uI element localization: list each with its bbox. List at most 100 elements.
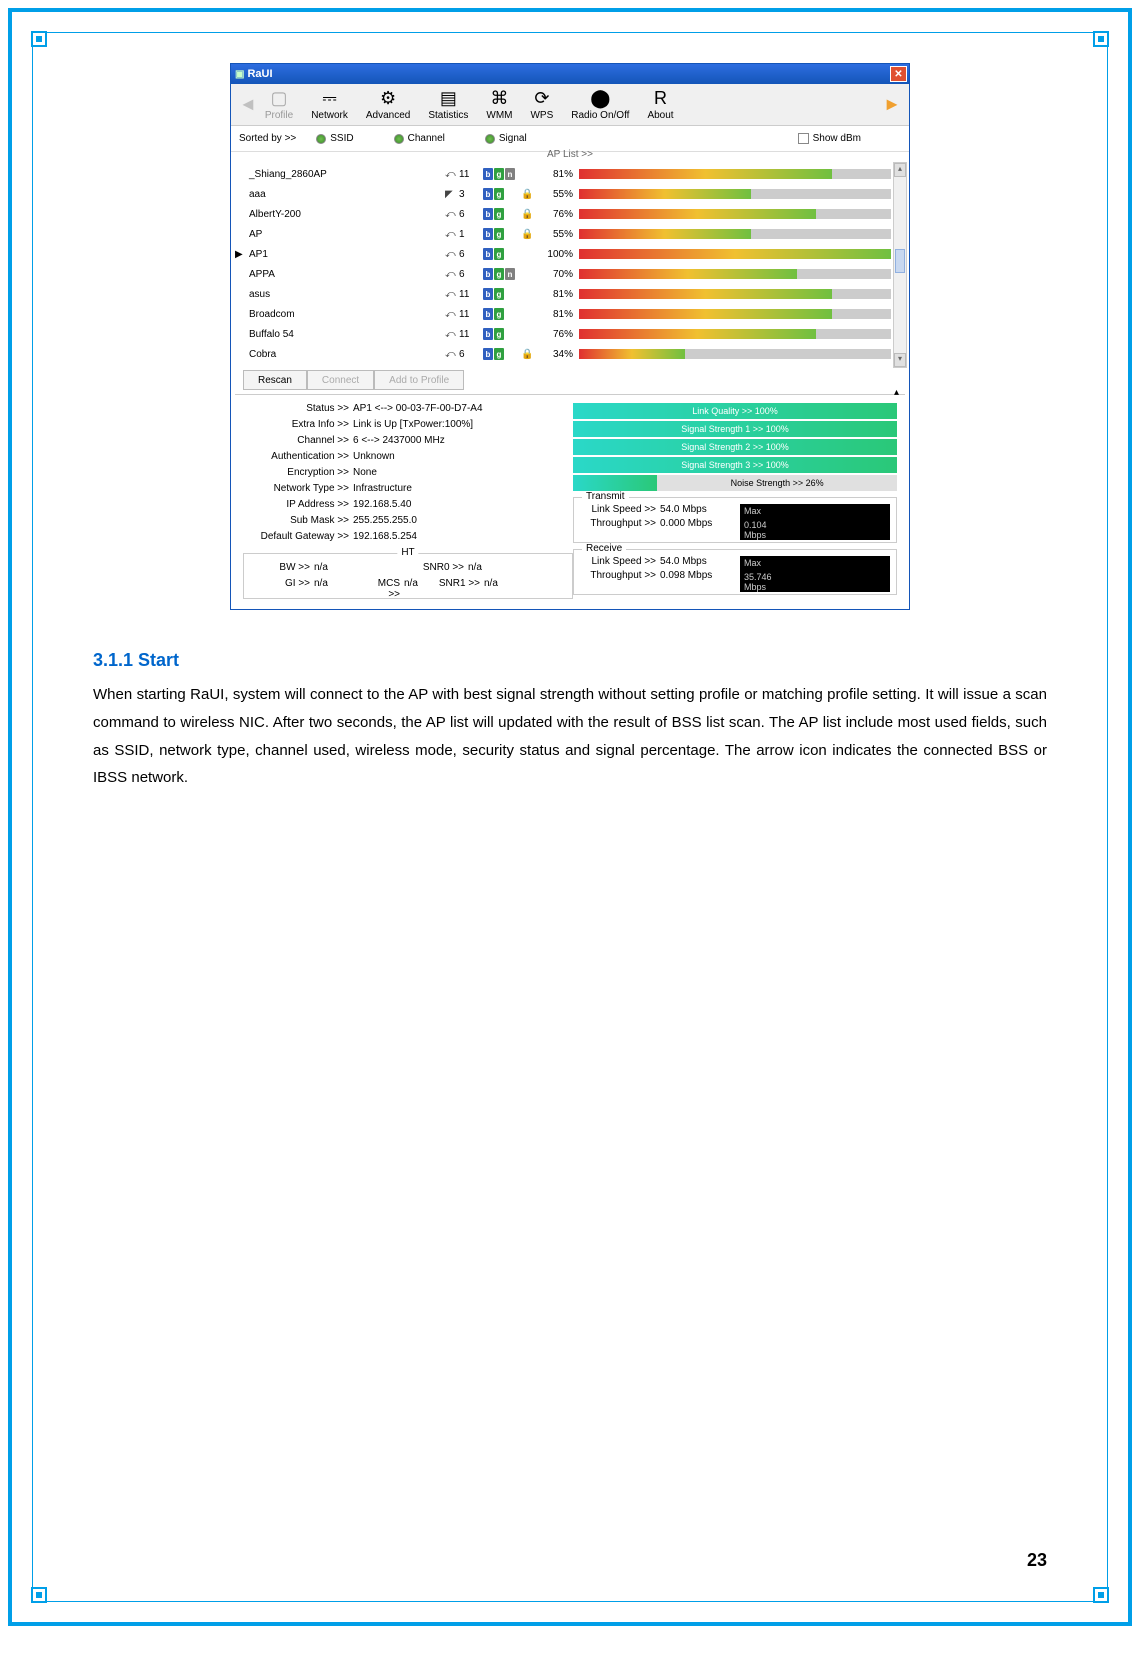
status-key: Authentication >> xyxy=(243,451,353,467)
receive-group: Receive Link Speed >>54.0 Mbps Throughpu… xyxy=(573,549,897,595)
sort-ssid[interactable]: SSID xyxy=(316,133,353,144)
status-row: Network Type >>Infrastructure xyxy=(243,483,573,499)
ap-channel: 6 xyxy=(459,349,483,360)
status-key: Sub Mask >> xyxy=(243,515,353,531)
add-profile-button[interactable]: Add to Profile xyxy=(374,370,464,390)
channel-icon: ⤺ xyxy=(445,209,459,220)
status-key: IP Address >> xyxy=(243,499,353,515)
mode-b-icon: b xyxy=(483,348,493,360)
ap-row[interactable]: Broadcom⤺11bg81% xyxy=(245,304,891,324)
toolbar-wps[interactable]: ⟳WPS xyxy=(530,88,553,121)
ap-channel: 11 xyxy=(459,169,483,180)
status-value: 255.255.255.0 xyxy=(353,515,417,531)
ap-security: 🔒 xyxy=(521,229,543,240)
sort-signal[interactable]: Signal xyxy=(485,133,527,144)
gi-value: n/a xyxy=(314,578,364,594)
mode-g-icon: g xyxy=(494,168,504,180)
ap-row[interactable]: asus⤺11bg81% xyxy=(245,284,891,304)
toolbar-wmm[interactable]: ⌘WMM xyxy=(486,88,512,121)
ap-modes: bg xyxy=(483,308,521,320)
channel-icon: ⤺ xyxy=(445,289,459,300)
signal-bar xyxy=(579,329,891,339)
separator: ▴ xyxy=(235,394,905,395)
toolbar-prev-arrow[interactable]: ◄ xyxy=(239,94,257,115)
mode-b-icon: b xyxy=(483,328,493,340)
status-key: Channel >> xyxy=(243,435,353,451)
status-value: None xyxy=(353,467,377,483)
scroll-thumb[interactable] xyxy=(895,249,905,273)
toolbar-statistics[interactable]: ▤Statistics xyxy=(428,88,468,121)
mode-b-icon: b xyxy=(483,248,493,260)
ap-percent: 81% xyxy=(543,169,579,180)
toolbar-next-arrow[interactable]: ► xyxy=(883,94,901,115)
snr0-value: n/a xyxy=(468,562,518,578)
ap-row[interactable]: ▶AP1⤺6bg100% xyxy=(245,244,891,264)
receive-box: Max 35.746 Mbps xyxy=(740,556,890,592)
scroll-down[interactable]: ▾ xyxy=(894,353,906,367)
mcs-value: n/a xyxy=(404,578,434,594)
signal-bar xyxy=(579,269,891,279)
rescan-button[interactable]: Rescan xyxy=(243,370,307,390)
mode-b-icon: b xyxy=(483,228,493,240)
status-value: Infrastructure xyxy=(353,483,412,499)
mode-g-icon: g xyxy=(494,308,504,320)
scrollbar[interactable]: ▴ ▾ xyxy=(893,162,907,368)
ap-percent: 76% xyxy=(543,329,579,340)
toolbar-radioonoff[interactable]: ⬤Radio On/Off xyxy=(571,88,629,121)
ap-channel: 11 xyxy=(459,309,483,320)
connect-button[interactable]: Connect xyxy=(307,370,374,390)
ap-row[interactable]: AlbertY-200⤺6bg🔒76% xyxy=(245,204,891,224)
ap-percent: 55% xyxy=(543,229,579,240)
ap-ssid: AlbertY-200 xyxy=(245,209,445,220)
mode-g-icon: g xyxy=(494,328,504,340)
toolbar-icon: ⌘ xyxy=(490,88,508,110)
scroll-up[interactable]: ▴ xyxy=(894,163,906,177)
ap-channel: 1 xyxy=(459,229,483,240)
toolbar-icon: ▢ xyxy=(271,88,288,110)
sort-channel[interactable]: Channel xyxy=(394,133,445,144)
toolbar-network[interactable]: ⎓Network xyxy=(311,88,348,121)
ap-modes: bg xyxy=(483,188,521,200)
status-value: AP1 <--> 00-03-7F-00-D7-A4 xyxy=(353,403,483,419)
ap-modes: bgn xyxy=(483,168,521,180)
channel-icon: ⤺ xyxy=(445,349,459,360)
ap-channel: 6 xyxy=(459,209,483,220)
ap-percent: 34% xyxy=(543,349,579,360)
collapse-arrow-icon[interactable]: ▴ xyxy=(894,387,899,398)
ap-row[interactable]: AP⤺1bg🔒55% xyxy=(245,224,891,244)
status-value: 192.168.5.40 xyxy=(353,499,411,515)
toolbar-advanced[interactable]: ⚙Advanced xyxy=(366,88,410,121)
toolbar-about[interactable]: RAbout xyxy=(647,88,673,121)
signal-bar xyxy=(579,309,891,319)
status-row: Sub Mask >>255.255.255.0 xyxy=(243,515,573,531)
mode-g-icon: g xyxy=(494,348,504,360)
ap-row[interactable]: Cobra⤺6bg🔒34% xyxy=(245,344,891,364)
mode-b-icon: b xyxy=(483,188,493,200)
lower-panel: Status >>AP1 <--> 00-03-7F-00-D7-A4Extra… xyxy=(231,397,909,609)
toolbar-icon: ⚙ xyxy=(380,88,396,110)
mode-g-icon: g xyxy=(494,228,504,240)
ap-ssid: Cobra xyxy=(245,349,445,360)
toolbar-icon: ⎓ xyxy=(322,88,336,110)
receive-legend: Receive xyxy=(582,543,626,554)
ap-modes: bg xyxy=(483,228,521,240)
ap-row[interactable]: APPA⤺6bgn70% xyxy=(245,264,891,284)
toolbar-profile[interactable]: ▢Profile xyxy=(265,88,293,121)
ap-row[interactable]: _Shiang_2860AP⤺11bgn81% xyxy=(245,164,891,184)
ap-modes: bgn xyxy=(483,268,521,280)
ap-row[interactable]: Buffalo 54⤺11bg76% xyxy=(245,324,891,344)
ap-percent: 81% xyxy=(543,309,579,320)
ap-row[interactable]: aaa◤3bg🔒55% xyxy=(245,184,891,204)
channel-icon: ⤺ xyxy=(445,309,459,320)
status-row: IP Address >>192.168.5.40 xyxy=(243,499,573,515)
document-text: 3.1.1 Start When starting RaUI, system w… xyxy=(93,650,1047,792)
close-button[interactable]: ✕ xyxy=(890,66,907,82)
ap-ssid: _Shiang_2860AP xyxy=(245,169,445,180)
status-row: Status >>AP1 <--> 00-03-7F-00-D7-A4 xyxy=(243,403,573,419)
show-dbm-checkbox[interactable]: Show dBm xyxy=(798,133,861,144)
ht-legend: HT xyxy=(397,547,418,558)
mode-g-icon: g xyxy=(494,288,504,300)
connected-arrow-icon: ▶ xyxy=(235,249,243,260)
ap-ssid: AP1 xyxy=(245,249,445,260)
ap-modes: bg xyxy=(483,208,521,220)
